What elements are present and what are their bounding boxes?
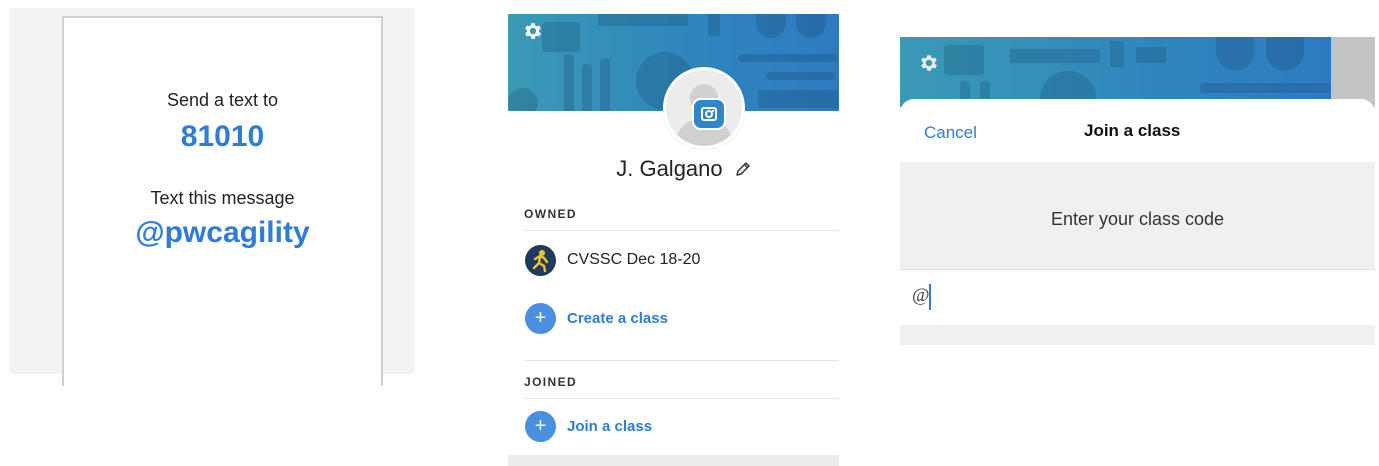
create-class-label: Create a class — [567, 310, 668, 327]
class-name: CVSSC Dec 18-20 — [567, 251, 701, 268]
user-name-row: J. Galgano — [508, 156, 839, 182]
divider — [524, 398, 839, 399]
class-avatar-icon — [525, 245, 556, 276]
message-label: Text this message — [150, 188, 295, 208]
text-instructions-card: Send a text to 81010 Text this message @… — [62, 16, 383, 386]
footer-bar — [508, 455, 839, 466]
gear-icon[interactable] — [522, 20, 544, 42]
background-banner — [900, 37, 1331, 107]
joined-section-header: JOINED — [524, 375, 578, 389]
plus-icon: + — [525, 411, 556, 442]
send-text-label: Send a text to — [166, 90, 279, 110]
class-code-prompt: Enter your class code — [1050, 209, 1225, 229]
change-photo-button[interactable] — [694, 100, 724, 128]
profile-panel: J. Galgano OWNED CVSSC Dec 18-20 + Creat… — [508, 14, 839, 466]
text-to-join-panel: Send a text to 81010 Text this message @… — [9, 8, 415, 386]
join-class-label: Join a class — [567, 418, 653, 435]
dimmed-background — [1331, 37, 1375, 107]
plus-icon: + — [525, 303, 556, 334]
sms-number: 81010 — [180, 120, 265, 153]
owned-section-header: OWNED — [524, 207, 577, 221]
divider — [524, 360, 839, 361]
text-cursor — [929, 284, 931, 310]
join-class-modal-panel: Cancel Join a class Enter your class cod… — [900, 37, 1375, 345]
user-name: J. Galgano — [616, 156, 723, 181]
gear-icon — [921, 55, 937, 71]
cancel-button[interactable]: Cancel — [924, 123, 977, 143]
class-code-text: @pwcagility — [135, 216, 310, 249]
class-code-input[interactable] — [912, 283, 1352, 309]
bottom-band — [900, 325, 1375, 345]
pencil-icon[interactable] — [735, 161, 751, 177]
modal-title: Join a class — [1084, 121, 1181, 140]
divider — [524, 230, 839, 231]
camera-icon — [701, 107, 717, 121]
